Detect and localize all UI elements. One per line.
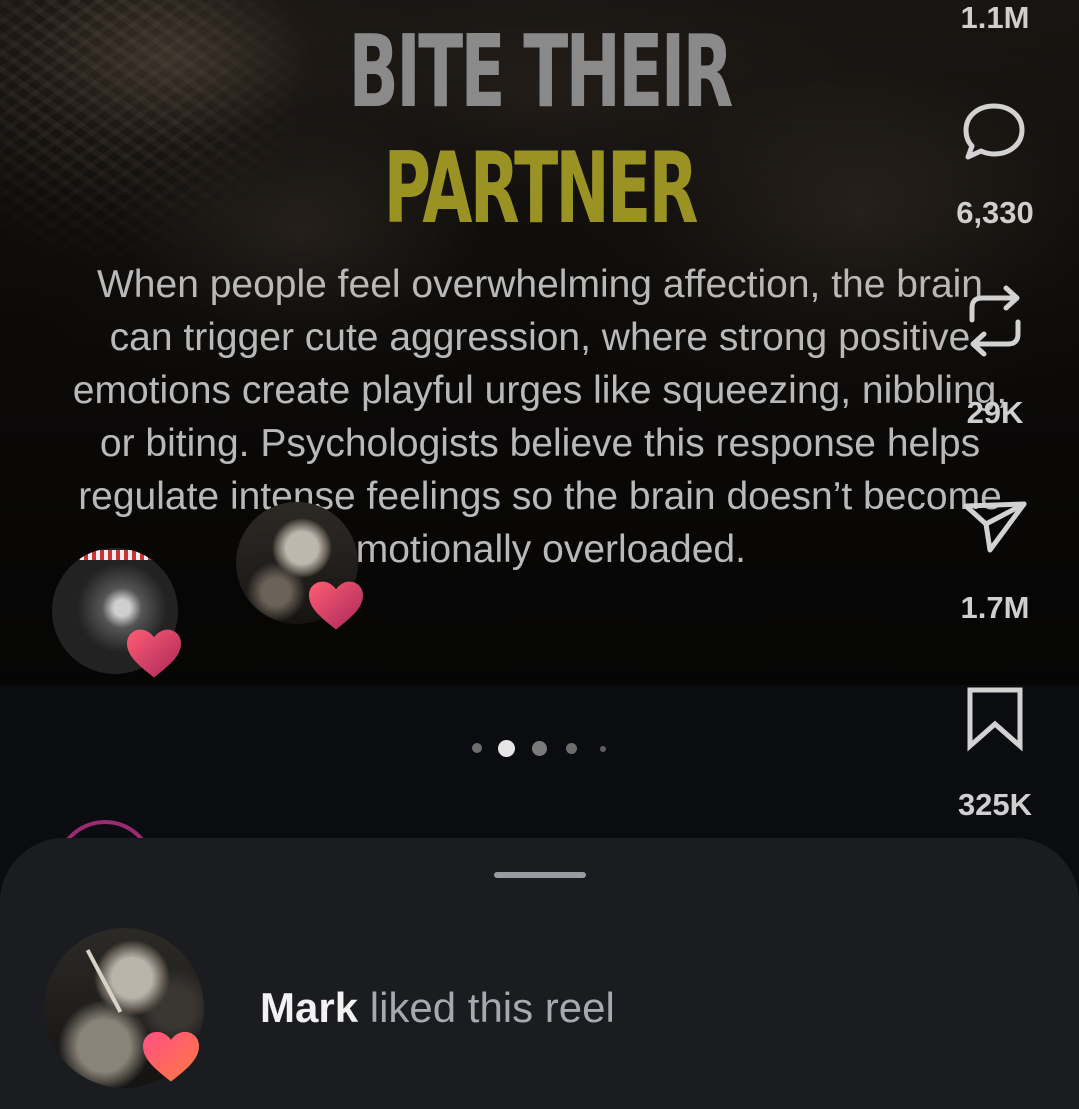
liked-action-text: liked this reel: [358, 984, 615, 1031]
post-caption: When people feel overwhelming affection,…: [72, 263, 1008, 571]
headline-line-2: PARTNER: [383, 132, 699, 246]
comment-count: 6,330: [956, 195, 1034, 230]
save-count: 325K: [957, 787, 1033, 822]
heart-icon: [127, 629, 181, 678]
sheet-drag-handle[interactable]: [494, 872, 586, 878]
avatar-stripe: [76, 550, 156, 560]
carousel-dot[interactable]: [472, 743, 482, 753]
repost-count: 29K: [966, 395, 1024, 430]
reel-media[interactable]: BITE THEIR PARTNER When people feel over…: [0, 0, 1079, 685]
like-count: 1.1M: [960, 0, 1030, 35]
carousel-dot[interactable]: [566, 743, 577, 754]
share-count: 1.7M: [960, 590, 1030, 625]
carousel-dot[interactable]: [600, 746, 606, 752]
headline-line-1: BITE THEIR: [348, 13, 734, 130]
liker-name[interactable]: Mark: [260, 984, 358, 1031]
repost-icon[interactable]: [960, 284, 1030, 358]
liked-by-sheet[interactable]: Mark liked this reel: [0, 838, 1079, 1109]
comment-bubble-icon[interactable]: [958, 100, 1030, 164]
heart-icon: [309, 581, 363, 630]
send-icon[interactable]: [960, 492, 1030, 556]
liked-by-text: Mark liked this reel: [260, 984, 615, 1032]
bookmark-icon[interactable]: [962, 684, 1028, 754]
carousel-dot-active[interactable]: [498, 740, 515, 757]
carousel-dot[interactable]: [532, 741, 547, 756]
heart-icon: [143, 1031, 199, 1082]
drumstick: [85, 949, 123, 1013]
